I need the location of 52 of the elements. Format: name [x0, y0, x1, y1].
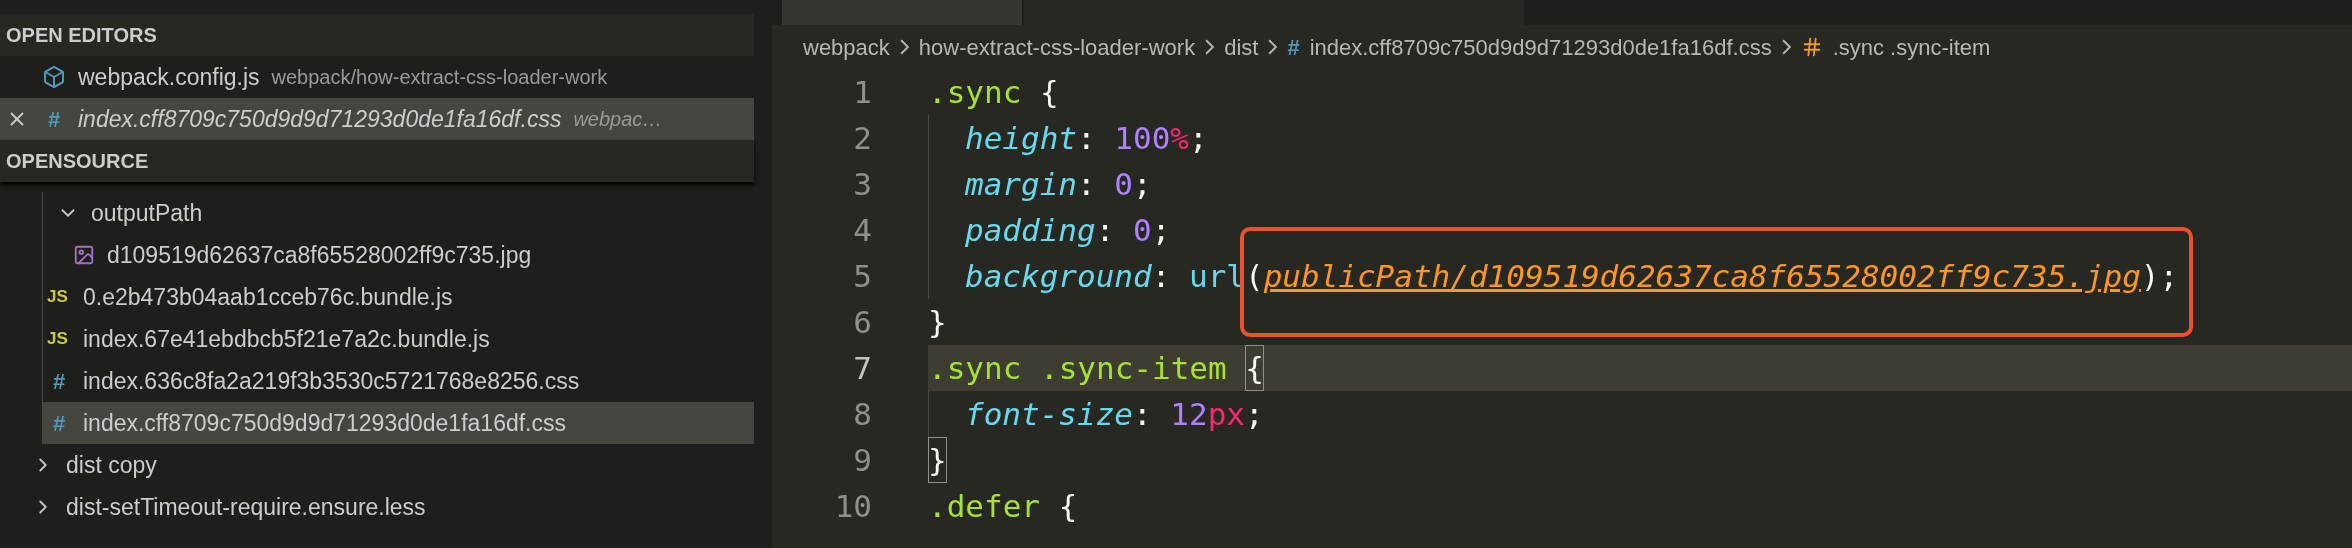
tree-item[interactable]: # index.cff8709c750d9d9d71293d0de1fa16df.css — [43, 402, 754, 444]
code-line: padding: 0; — [928, 207, 2352, 253]
open-editor-item[interactable]: webpack.config.js webpack/how-extract-css-loader-work — [0, 56, 754, 98]
code-line: margin: 0; — [928, 161, 2352, 207]
hash-icon: # — [47, 364, 71, 398]
line-number: 7 — [852, 348, 872, 388]
line-number: 6 — [852, 302, 872, 342]
line-number: 8 — [852, 394, 872, 434]
chevron-right-icon — [1268, 39, 1278, 55]
code-line: font-size: 12px; — [928, 391, 2352, 437]
image-icon — [73, 244, 95, 266]
section-header[interactable]: OPEN EDITORS — [0, 14, 754, 56]
line-number: 10 — [833, 486, 872, 526]
line-number: 5 — [852, 256, 872, 296]
js-icon: JS — [47, 326, 71, 352]
code-line: } — [928, 437, 2352, 483]
tree-item[interactable]: outputPath — [43, 192, 754, 234]
code-line: } — [928, 302, 948, 342]
breadcrumb-item[interactable]: how-extract-css-loader-work — [918, 30, 1196, 64]
tree-item[interactable]: # index.636c8fa2a219f3b3530c5721768e8256.css — [43, 360, 754, 402]
file-name: webpack.config.js — [78, 62, 260, 92]
tree-item[interactable]: dist-setTimeout-require.ensure.less — [0, 486, 754, 528]
file-path: webpac… — [573, 107, 663, 132]
js-icon: JS — [47, 284, 71, 310]
hash-icon: # — [47, 406, 71, 440]
breadcrumb-item[interactable]: index.cff8709c750d9d9d71293d0de1fa16df.css — [1309, 30, 1772, 64]
hash-icon: # — [42, 102, 66, 136]
code-line: .sync { — [928, 72, 1060, 112]
line-number: 1 — [852, 72, 872, 112]
file-path: webpack/how-extract-css-loader-work — [271, 65, 608, 90]
tree-item[interactable]: JS 0.e2b473b04aab1cceb76c.bundle.js — [43, 276, 754, 318]
open-editor-item[interactable]: # index.cff8709c750d9d9d71293d0de1fa16df.css webpac… — [0, 98, 754, 140]
chevron-right-icon — [1781, 39, 1791, 55]
tree-item[interactable]: dist copy — [0, 444, 754, 486]
breadcrumb-item[interactable]: .sync .sync-item — [1832, 30, 1991, 64]
line-number: 2 — [852, 118, 872, 158]
breadcrumb-item[interactable]: dist — [1224, 30, 1259, 64]
file-name: index.cff8709c750d9d9d71293d0de1fa16df.css — [78, 104, 562, 134]
tree-item[interactable]: d109519d62637ca8f65528002ff9c735.jpg — [43, 234, 754, 276]
code-line: background: url(publicPath/d109519d62637ca8f65528002ff9c735.jpg); — [928, 253, 2352, 299]
chevron-right-icon — [1205, 39, 1215, 55]
breadcrumb-item[interactable]: webpack — [803, 30, 890, 64]
tree-item[interactable]: JS index.67e41ebdbcb5f21e7a2c.bundle.js — [43, 318, 754, 360]
section-header[interactable]: OPENSOURCE — [0, 140, 754, 182]
line-number: 3 — [852, 164, 872, 204]
line-number: 4 — [852, 210, 872, 250]
hash-icon: # — [1287, 30, 1300, 64]
cube-icon — [42, 65, 66, 89]
line-number: 9 — [852, 440, 872, 480]
chevron-right-icon — [899, 39, 909, 55]
code-line: .defer { — [928, 486, 1079, 526]
code-line: height: 100%; — [928, 115, 2352, 161]
